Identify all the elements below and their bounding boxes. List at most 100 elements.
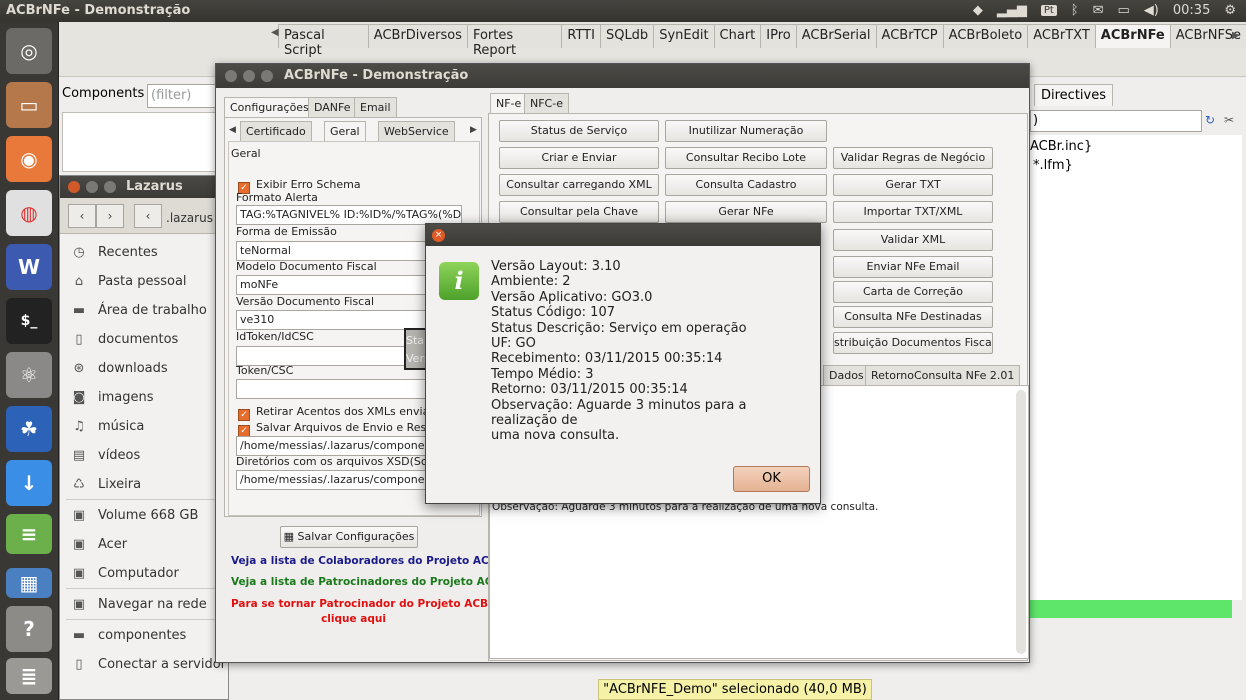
enviar-email-button[interactable]: Enviar NFe Email <box>833 256 993 278</box>
sidebar-item-lixeira[interactable]: ♺ Lixeira <box>60 470 228 499</box>
maximize-icon[interactable] <box>104 181 116 193</box>
palette-tab[interactable]: SynEdit <box>653 24 715 48</box>
versao-select[interactable]: ve310 <box>236 310 428 330</box>
criar-enviar-button[interactable]: Criar e Enviar <box>499 147 659 169</box>
palette-tab[interactable]: IPro <box>760 24 797 48</box>
sidebar-item-computador[interactable]: ▣ Computador <box>60 559 228 588</box>
palette-tab[interactable]: Pascal Script <box>278 24 369 58</box>
patrocinadores-link[interactable]: Veja a lista de Patrocinadores do Projet… <box>231 576 489 588</box>
palette-tab[interactable]: Fortes Report <box>466 24 563 58</box>
consultar-recibo-button[interactable]: Consultar Recibo Lote <box>665 147 827 169</box>
download-icon[interactable]: ↓ <box>6 460 52 506</box>
formato-alerta-field[interactable]: TAG:%TAGNIVEL% ID:%ID%/%TAG%(%DESC <box>236 205 462 225</box>
tab-configuracoes[interactable]: Configurações <box>224 97 315 117</box>
tab-danfe[interactable]: DANFe <box>308 97 357 117</box>
palette-tab[interactable]: ACBrDiversos <box>367 24 468 48</box>
ok-button[interactable]: OK <box>733 466 810 492</box>
palette-tab[interactable]: RTTI <box>561 24 601 48</box>
mail-icon[interactable]: ✉ <box>1093 3 1104 18</box>
palette-tab[interactable]: Chart <box>713 24 762 48</box>
carta-correcao-button[interactable]: Carta de Correção <box>833 281 993 303</box>
patrocinador-link[interactable]: Para se tornar Patrocinador do Projeto A… <box>231 598 489 610</box>
sidebar-item-connect-server[interactable]: ▯ Conectar a servidor <box>60 650 228 679</box>
stacked-apps-icon[interactable]: ≡ <box>6 514 52 554</box>
sidebar-item-musica[interactable]: ♫ música <box>60 412 228 441</box>
files-icon[interactable]: ▭ <box>6 82 52 128</box>
path-field[interactable]: /home/messias/.lazarus/component <box>236 436 428 456</box>
tab-webservice[interactable]: WebService <box>378 121 455 141</box>
scroll-left-icon[interactable]: ◀ <box>229 125 236 135</box>
sidebar-item-acer[interactable]: ▣ Acer <box>60 530 228 559</box>
idtoken-field[interactable] <box>236 346 428 366</box>
battery-icon[interactable]: ▭ <box>1118 3 1130 18</box>
directives-field[interactable]: ) <box>1030 110 1202 132</box>
sidebar-item-desktop[interactable]: ▬ Área de trabalho <box>60 296 228 325</box>
terminal-icon[interactable]: $_ <box>6 298 52 344</box>
sidebar-item-componentes[interactable]: ▬ componentes <box>60 621 228 650</box>
tab-directives[interactable]: Directives <box>1034 84 1113 106</box>
validar-regras-button[interactable]: Validar Regras de Negócio <box>833 147 993 169</box>
app-icon[interactable]: ▦ <box>6 568 52 598</box>
retirar-acentos-checkbox[interactable]: ✓ Retirar Acentos dos XMLs enviad <box>238 405 436 421</box>
importar-button[interactable]: Importar TXT/XML <box>833 201 993 223</box>
inutilizar-button[interactable]: Inutilizar Numeração <box>665 120 827 142</box>
chrome-icon[interactable]: ◍ <box>6 190 52 236</box>
firefox-icon[interactable]: ◉ <box>6 136 52 182</box>
forma-emissao-select[interactable]: teNormal <box>236 241 428 261</box>
consultar-chave-button[interactable]: Consultar pela Chave <box>499 201 659 223</box>
salvar-arquivos-checkbox[interactable]: ✓ Salvar Arquivos de Envio e Resp <box>238 421 433 437</box>
tab-certificado[interactable]: Certificado <box>240 121 312 141</box>
consultar-xml-button[interactable]: Consultar carregando XML <box>499 174 659 196</box>
path-left-button[interactable]: ‹ <box>134 204 162 228</box>
directive-item[interactable]: ACBr.inc} <box>1030 137 1242 156</box>
palette-tab[interactable]: ACBrTCP <box>875 24 944 48</box>
colaboradores-link[interactable]: Veja a lista de Colaboradores do Projeto… <box>231 555 489 567</box>
atom-icon[interactable]: ⚛ <box>6 352 52 398</box>
tab-email[interactable]: Email <box>354 97 397 117</box>
signal-icon[interactable]: ▂▄▆ <box>997 3 1027 18</box>
palette-tab[interactable]: ACBrSerial <box>795 24 877 48</box>
forward-button[interactable]: › <box>96 204 124 228</box>
sidebar-item-home[interactable]: ⌂ Pasta pessoal <box>60 267 228 296</box>
gerar-nfe-button[interactable]: Gerar NFe <box>665 201 827 223</box>
sidebar-item-network[interactable]: ▣ Navegar na rede <box>60 590 228 619</box>
keyboard-layout-indicator[interactable]: Pt <box>1040 5 1057 16</box>
palette-tab[interactable]: ACBrBoleto <box>942 24 1029 48</box>
distribuicao-button[interactable]: stribuição Documentos Fiscai <box>833 332 993 354</box>
sidebar-item-imagens[interactable]: ◙ imagens <box>60 383 228 412</box>
dropbox-icon[interactable]: ◆ <box>973 3 983 18</box>
consulta-destinadas-button[interactable]: Consulta NFe Destinadas <box>833 306 993 328</box>
maximize-icon[interactable] <box>261 70 273 82</box>
clock[interactable]: 00:35 <box>1173 3 1210 18</box>
sidebar-item-videos[interactable]: ▤ vídeos <box>60 441 228 470</box>
scroll-left-icon[interactable]: ◀ <box>271 27 279 38</box>
palette-tab[interactable]: ACBrNFe <box>1094 24 1171 48</box>
consulta-cadastro-button[interactable]: Consulta Cadastro <box>665 174 827 196</box>
drives-icon[interactable]: ≣ <box>6 658 52 694</box>
ubuntu-dash-icon[interactable]: ◎ <box>6 28 52 74</box>
minimize-icon[interactable] <box>86 181 98 193</box>
sidebar-item-volume[interactable]: ▣ Volume 668 GB <box>60 501 228 530</box>
lazarus-icon[interactable]: ☘ <box>6 406 52 452</box>
path-xsd-field[interactable]: /home/messias/.lazarus/component <box>236 470 428 490</box>
tab-retorno-consulta[interactable]: RetornoConsulta NFe 2.01 <box>865 365 1021 385</box>
scroll-right-icon[interactable]: ▶ <box>1232 30 1240 41</box>
back-button[interactable]: ‹ <box>68 204 96 228</box>
validar-xml-button[interactable]: Validar XML <box>833 229 993 251</box>
save-config-button[interactable]: ▦ Salvar Configurações <box>280 526 418 548</box>
token-field[interactable] <box>236 379 428 399</box>
close-icon[interactable] <box>225 70 237 82</box>
status-servico-button[interactable]: Status de Serviço <box>499 120 659 142</box>
refresh-icon[interactable]: ↻ <box>1205 113 1215 127</box>
writer-icon[interactable]: W <box>6 244 52 290</box>
scrollbar[interactable] <box>1016 390 1026 654</box>
tab-nfe[interactable]: NF-e <box>490 93 528 113</box>
minimize-icon[interactable] <box>243 70 255 82</box>
path-segment[interactable]: .lazarus <box>166 211 213 225</box>
scroll-right-icon[interactable]: ▶ <box>470 125 477 135</box>
sidebar-item-documentos[interactable]: ▯ documentos <box>60 325 228 354</box>
palette-tab[interactable]: SQLdb <box>599 24 655 48</box>
volume-icon[interactable]: ◀) <box>1144 3 1159 18</box>
gerar-txt-button[interactable]: Gerar TXT <box>833 174 993 196</box>
clique-aqui-link[interactable]: clique aqui <box>231 613 476 625</box>
